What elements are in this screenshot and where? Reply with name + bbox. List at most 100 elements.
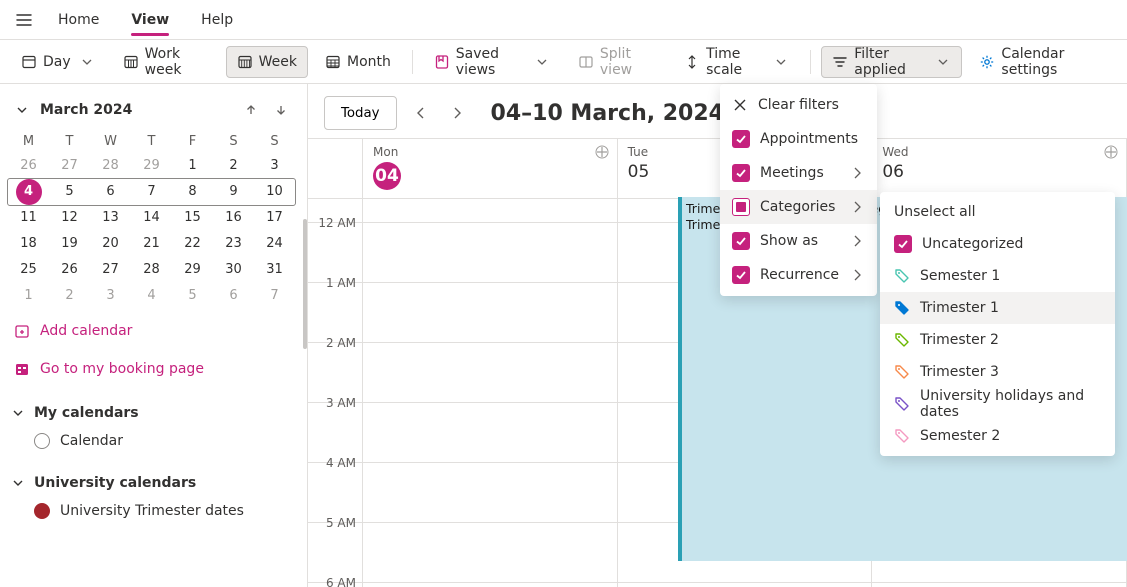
filter-meetings[interactable]: Meetings: [720, 156, 877, 190]
chevron-down-icon: [10, 475, 26, 491]
tag-icon: [894, 428, 910, 444]
calendar-item[interactable]: University Trimester dates: [8, 497, 295, 525]
filter-show-as[interactable]: Show as: [720, 224, 877, 258]
mini-cal-collapse[interactable]: [10, 98, 34, 122]
mini-cal-day[interactable]: 26: [57, 257, 83, 283]
menu-view[interactable]: View: [117, 0, 183, 40]
mini-cal-day[interactable]: 18: [16, 231, 42, 257]
menu-home[interactable]: Home: [44, 0, 113, 40]
filter-appointments[interactable]: Appointments: [720, 122, 877, 156]
mini-cal-day[interactable]: 16: [221, 205, 247, 231]
mini-cal-day[interactable]: 8: [180, 179, 206, 205]
category-label: Semester 2: [920, 428, 1000, 444]
mini-cal-day[interactable]: 21: [139, 231, 165, 257]
calendar-settings-button[interactable]: Calendar settings: [968, 46, 1117, 78]
saved-views-button[interactable]: Saved views: [423, 46, 561, 78]
mini-cal-day[interactable]: 5: [180, 283, 206, 309]
mini-cal-next[interactable]: [269, 98, 293, 122]
university-calendars-section[interactable]: University calendars: [8, 469, 295, 497]
add-event-icon[interactable]: [595, 145, 609, 159]
mini-cal-day[interactable]: 14: [139, 205, 165, 231]
mini-cal-day[interactable]: 28: [98, 153, 124, 179]
mini-cal-day[interactable]: 5: [57, 179, 83, 205]
mini-cal-day[interactable]: 24: [262, 231, 288, 257]
filter-button[interactable]: Filter applied: [821, 46, 962, 78]
mini-cal-day[interactable]: 22: [180, 231, 206, 257]
mini-cal-day[interactable]: 19: [57, 231, 83, 257]
mini-cal-day[interactable]: 11: [16, 205, 42, 231]
mini-cal-day[interactable]: 6: [221, 283, 247, 309]
mini-cal-day[interactable]: 17: [262, 205, 288, 231]
booking-page-link[interactable]: Go to my booking page: [8, 353, 295, 385]
time-label: 6 AM: [326, 576, 356, 587]
mini-cal-day[interactable]: 13: [98, 205, 124, 231]
week-view-button[interactable]: Week: [226, 46, 308, 78]
mini-cal-day[interactable]: 2: [57, 283, 83, 309]
work-week-button[interactable]: Work week: [112, 46, 220, 78]
calendar-settings-label: Calendar settings: [1001, 46, 1106, 78]
category-item[interactable]: Trimester 1: [880, 292, 1115, 324]
tag-icon: [894, 332, 910, 348]
mini-calendar[interactable]: MTWTFSS 26272829123456789101112131415161…: [8, 130, 295, 309]
category-item[interactable]: Trimester 3: [880, 356, 1115, 388]
hamburger-button[interactable]: [8, 4, 40, 36]
category-item[interactable]: Uncategorized: [880, 228, 1115, 260]
date-range[interactable]: 04–10 March, 2024: [491, 101, 748, 126]
toolbar-divider: [810, 50, 811, 74]
mini-cal-day[interactable]: 12: [57, 205, 83, 231]
time-scale-button[interactable]: Time scale: [673, 46, 800, 78]
unselect-all[interactable]: Unselect all: [880, 196, 1115, 228]
mini-cal-day[interactable]: 10: [262, 179, 288, 205]
clear-filters-item[interactable]: Clear filters: [720, 88, 877, 122]
filter-categories[interactable]: Categories: [720, 190, 877, 224]
mini-cal-day[interactable]: 30: [221, 257, 247, 283]
day-column[interactable]: Mon04: [363, 139, 618, 587]
mini-cal-day[interactable]: 2: [221, 153, 247, 179]
today-button[interactable]: Today: [324, 96, 397, 130]
prev-week-button[interactable]: [409, 101, 433, 125]
day-view-button[interactable]: Day: [10, 46, 106, 78]
mini-cal-day[interactable]: 7: [262, 283, 288, 309]
mini-cal-day[interactable]: 26: [16, 153, 42, 179]
add-calendar-link[interactable]: Add calendar: [8, 315, 295, 347]
mini-cal-day[interactable]: 20: [98, 231, 124, 257]
mini-cal-day[interactable]: 25: [16, 257, 42, 283]
tag-icon: [894, 268, 910, 284]
mini-cal-day[interactable]: 1: [16, 283, 42, 309]
sidebar-scrollbar[interactable]: [301, 214, 307, 587]
category-item[interactable]: Semester 2: [880, 420, 1115, 452]
mini-cal-day[interactable]: 9: [221, 179, 247, 205]
mini-cal-day[interactable]: 27: [98, 257, 124, 283]
mini-cal-day[interactable]: 6: [98, 179, 124, 205]
mini-cal-prev[interactable]: [239, 98, 263, 122]
hamburger-icon: [14, 10, 34, 30]
month-view-button[interactable]: Month: [314, 46, 402, 78]
mini-cal-day[interactable]: 28: [139, 257, 165, 283]
calendar-item-label: Calendar: [60, 433, 123, 449]
mini-cal-day[interactable]: 3: [98, 283, 124, 309]
calendar-item[interactable]: Calendar: [8, 427, 295, 455]
next-week-button[interactable]: [445, 101, 469, 125]
mini-cal-day[interactable]: 3: [262, 153, 288, 179]
mini-cal-day[interactable]: 15: [180, 205, 206, 231]
tag-icon: [894, 396, 910, 412]
mini-cal-day[interactable]: 1: [180, 153, 206, 179]
mini-cal-dow: S: [254, 130, 295, 153]
mini-cal-day[interactable]: 4: [16, 179, 42, 205]
add-event-icon[interactable]: [1104, 145, 1118, 159]
category-item[interactable]: Trimester 2: [880, 324, 1115, 356]
filter-recurrence[interactable]: Recurrence: [720, 258, 877, 292]
mini-cal-day[interactable]: 7: [139, 179, 165, 205]
mini-cal-day[interactable]: 29: [139, 153, 165, 179]
mini-cal-day[interactable]: 4: [139, 283, 165, 309]
category-item[interactable]: University holidays and dates: [880, 388, 1115, 420]
my-calendars-section[interactable]: My calendars: [8, 399, 295, 427]
mini-cal-day[interactable]: 23: [221, 231, 247, 257]
mini-cal-day[interactable]: 29: [180, 257, 206, 283]
arrow-up-icon: [243, 102, 259, 118]
menu-help[interactable]: Help: [187, 0, 247, 40]
category-label: Uncategorized: [922, 236, 1023, 252]
mini-cal-day[interactable]: 31: [262, 257, 288, 283]
mini-cal-day[interactable]: 27: [57, 153, 83, 179]
category-item[interactable]: Semester 1: [880, 260, 1115, 292]
